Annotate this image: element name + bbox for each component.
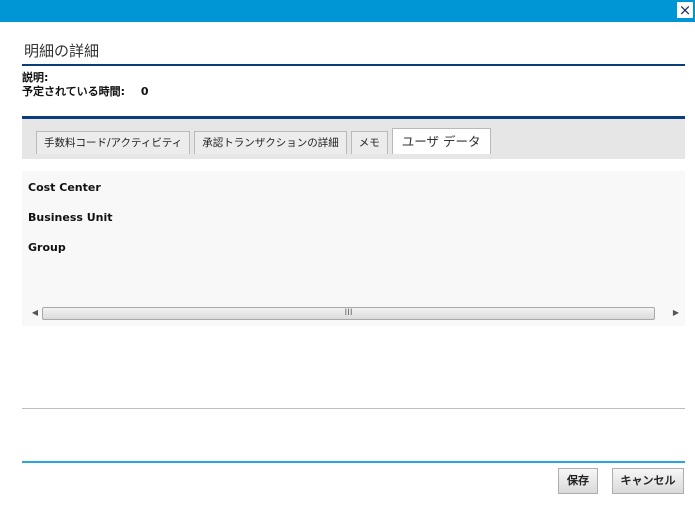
save-button[interactable]: 保存 xyxy=(558,468,598,494)
dialog-titlebar: × xyxy=(0,0,695,22)
title-divider xyxy=(22,64,685,66)
footer-divider xyxy=(22,461,685,463)
dialog-title: 明細の詳細 xyxy=(24,42,100,60)
user-data-field-cost-center: Cost Center xyxy=(28,181,101,194)
cancel-button[interactable]: キャンセル xyxy=(612,468,684,494)
tab-approval-transaction-details[interactable]: 承認トランザクションの詳細 xyxy=(194,131,347,154)
planned-time-value: 0 xyxy=(140,85,149,98)
planned-time-label: 予定されている時間: xyxy=(22,85,126,98)
tab-user-data[interactable]: ユーザ データ xyxy=(391,128,491,154)
tab-notes[interactable]: メモ xyxy=(350,131,388,154)
tab-bar: 手数料コード/アクティビティ 承認トランザクションの詳細 メモ ユーザ データ xyxy=(22,119,685,159)
user-data-field-business-unit: Business Unit xyxy=(28,211,113,224)
user-data-field-group: Group xyxy=(28,241,66,254)
horizontal-scrollbar[interactable]: ◀ III ▶ xyxy=(22,306,685,320)
lower-divider xyxy=(22,408,685,409)
planned-time-field: 予定されている時間: 0 xyxy=(22,83,149,99)
scrollbar-thumb[interactable]: III xyxy=(42,307,655,320)
close-icon[interactable]: × xyxy=(677,2,693,18)
tab-fee-code-activity[interactable]: 手数料コード/アクティビティ xyxy=(36,131,191,154)
user-data-panel: Cost Center Business Unit Group xyxy=(22,171,685,326)
scrollbar-grip-icon: III xyxy=(344,308,353,318)
scroll-right-icon[interactable]: ▶ xyxy=(669,306,683,320)
scroll-left-icon[interactable]: ◀ xyxy=(28,306,42,320)
